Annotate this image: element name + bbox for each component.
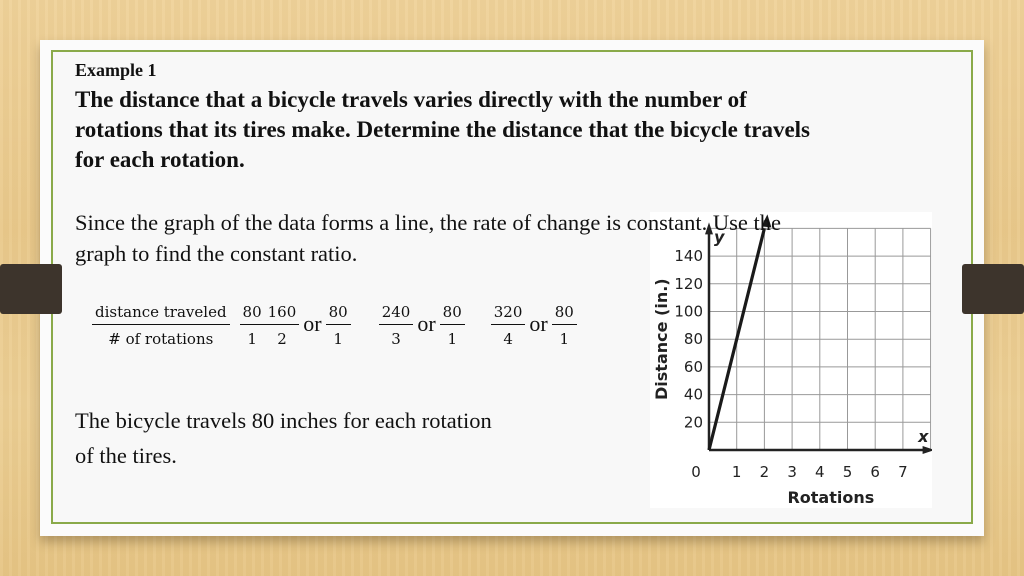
fraction-numerator: 320 (490, 303, 526, 325)
x-axis-title: Rotations (787, 488, 874, 507)
fraction-numerator: 240 (378, 303, 414, 325)
or-connector: or (303, 310, 322, 336)
fraction: 80 1 (551, 303, 577, 348)
x-tick-label: 3 (787, 463, 797, 481)
fraction-denominator: 1 (333, 330, 343, 348)
problem-statement: The distance that a bicycle travels vari… (75, 87, 811, 172)
fraction-numerator: 80 (551, 303, 577, 325)
x-tick-label: 6 (870, 463, 880, 481)
ratio-expression: distance traveled # of rotations 80 1 16… (92, 303, 577, 348)
example-label: Example 1 (75, 60, 157, 80)
fraction: 160 2 (264, 303, 300, 348)
fraction-numerator: 80 (439, 303, 465, 325)
y-tick-label: 40 (684, 386, 703, 404)
lead-fraction: distance traveled # of rotations (92, 303, 230, 348)
fraction-denominator: 4 (503, 330, 513, 348)
fraction: 320 4 (490, 303, 526, 348)
left-tab-decoration (0, 264, 62, 314)
or-connector: or (417, 310, 436, 336)
x-tick-label: 5 (843, 463, 853, 481)
x-tick-label: 2 (760, 463, 770, 481)
x-tick-label: 1 (732, 463, 742, 481)
fraction-denominator: 1 (559, 330, 570, 348)
fraction-denominator: 1 (247, 330, 257, 348)
x-axis-variable: x (917, 427, 929, 446)
x-tick-label: 7 (898, 463, 908, 481)
fraction-denominator: 1 (447, 330, 457, 348)
fraction-numerator: 80 (239, 303, 265, 325)
right-tab-decoration (962, 264, 1024, 314)
fraction-numerator: 160 (264, 303, 300, 325)
y-tick-label: 60 (684, 358, 703, 376)
x-tick-label: 4 (815, 463, 825, 481)
conclusion-text: The bicycle travels 80 inches for each r… (75, 408, 492, 468)
fraction-numerator: 80 (325, 303, 351, 325)
y-tick-label: 80 (684, 330, 703, 348)
fraction: 240 3 (378, 303, 414, 348)
y-tick-label: 20 (684, 413, 703, 431)
explanation-text: Since the graph of the data forms a line… (75, 210, 782, 266)
y-tick-label: 120 (674, 275, 703, 293)
fraction-numerator: distance traveled (92, 303, 230, 325)
y-axis-title: Distance (in.) (652, 278, 671, 400)
y-tick-label: 100 (674, 303, 703, 321)
fraction-denominator: 3 (391, 330, 401, 348)
fraction: 80 1 (439, 303, 465, 348)
fraction: 80 1 (239, 303, 265, 348)
or-connector: or (529, 310, 548, 336)
fraction-denominator: 2 (277, 330, 287, 348)
fraction: 80 1 (325, 303, 351, 348)
x-tick-label: 0 (691, 463, 701, 481)
fraction-denominator: # of rotations (108, 330, 214, 348)
